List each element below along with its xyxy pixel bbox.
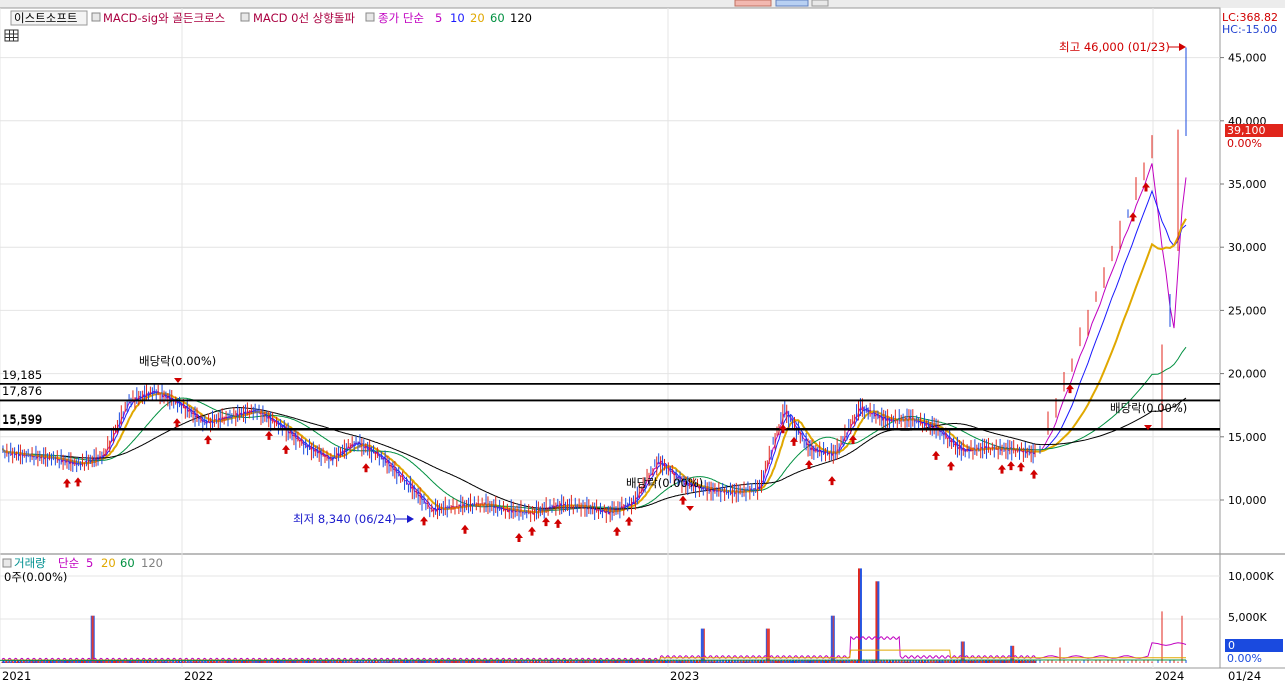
legend-swatch — [2, 558, 12, 568]
legend-ma-10: 10 — [450, 11, 465, 25]
last-volume-change: 0.00% — [1227, 652, 1262, 665]
x-tick-label: 2023 — [670, 669, 699, 681]
level-label: 15,599 — [2, 413, 42, 427]
y-tick-label: 15,000 — [1228, 431, 1267, 444]
x-tick-label: 2022 — [184, 669, 213, 681]
last-price: 39,100 — [1227, 124, 1266, 137]
legend-macd-zero-cross[interactable]: MACD 0선 상향돌파 — [253, 11, 355, 25]
stock-name[interactable]: 이스트소프트 — [14, 11, 77, 25]
hc-value: HC:-15.00 — [1222, 23, 1277, 36]
dividend-annotation: 배당락(0.00%) — [139, 354, 216, 368]
volume-ma-5: 5 — [86, 556, 93, 570]
legend-swatch — [365, 12, 375, 22]
top-toolbar-strip — [0, 0, 1285, 8]
y-tick-label: 30,000 — [1228, 241, 1267, 254]
volume-legend-title[interactable]: 거래량 — [14, 556, 46, 570]
legend-swatch — [91, 12, 101, 22]
legend-ma-120: 120 — [510, 11, 532, 25]
y-tick-label: 10,000 — [1228, 494, 1267, 507]
low-annotation: 최저 8,340 (06/24) — [293, 512, 397, 526]
toolbar-button-3[interactable] — [811, 0, 829, 7]
x-tick-label: 2024 — [1155, 669, 1184, 681]
level-label: 19,185 — [2, 368, 42, 382]
dividend-annotation: 배당락(0.00%) — [1110, 401, 1187, 415]
volume-legend-ma: 단순 — [58, 556, 79, 570]
y-tick-label: 35,000 — [1228, 178, 1267, 191]
volume-ma-120: 120 — [141, 556, 163, 570]
table-grid-icon[interactable] — [4, 29, 19, 42]
legend-close-sma[interactable]: 종가 단순 — [378, 11, 424, 25]
legend-ma-5: 5 — [435, 11, 442, 25]
last-volume: 0 — [1228, 639, 1235, 652]
y-tick-label: 45,000 — [1228, 52, 1267, 65]
legend-swatch — [240, 12, 250, 22]
last-change: 0.00% — [1227, 137, 1262, 150]
legend-ma-20: 20 — [470, 11, 485, 25]
toolbar-button-1[interactable] — [734, 0, 772, 7]
volume-ma-60: 60 — [120, 556, 135, 570]
y-tick-label: 25,000 — [1228, 304, 1267, 317]
high-annotation: 최고 46,000 (01/23) — [1059, 40, 1170, 54]
legend-ma-60: 60 — [490, 11, 505, 25]
level-label: 17,876 — [2, 384, 42, 398]
volume-ma-20: 20 — [101, 556, 116, 570]
chart-background — [0, 0, 1285, 681]
y-tick-label: 20,000 — [1228, 368, 1267, 381]
toolbar-button-2[interactable] — [775, 0, 809, 7]
volume-y-tick-label: 10,000K — [1228, 570, 1274, 583]
volume-y-tick-label: 5,000K — [1228, 611, 1267, 624]
x-tick-label-current: 01/24 — [1228, 669, 1261, 681]
legend-macd-golden-cross[interactable]: MACD-sig와 골든크로스 — [103, 11, 225, 25]
dividend-annotation: 배당락(0.00%) — [626, 476, 703, 490]
stock-chart[interactable]: 10,00015,00020,00025,00030,00035,00040,0… — [0, 0, 1285, 681]
volume-info: 0주(0.00%) — [4, 570, 67, 584]
x-tick-label: 2021 — [2, 669, 31, 681]
